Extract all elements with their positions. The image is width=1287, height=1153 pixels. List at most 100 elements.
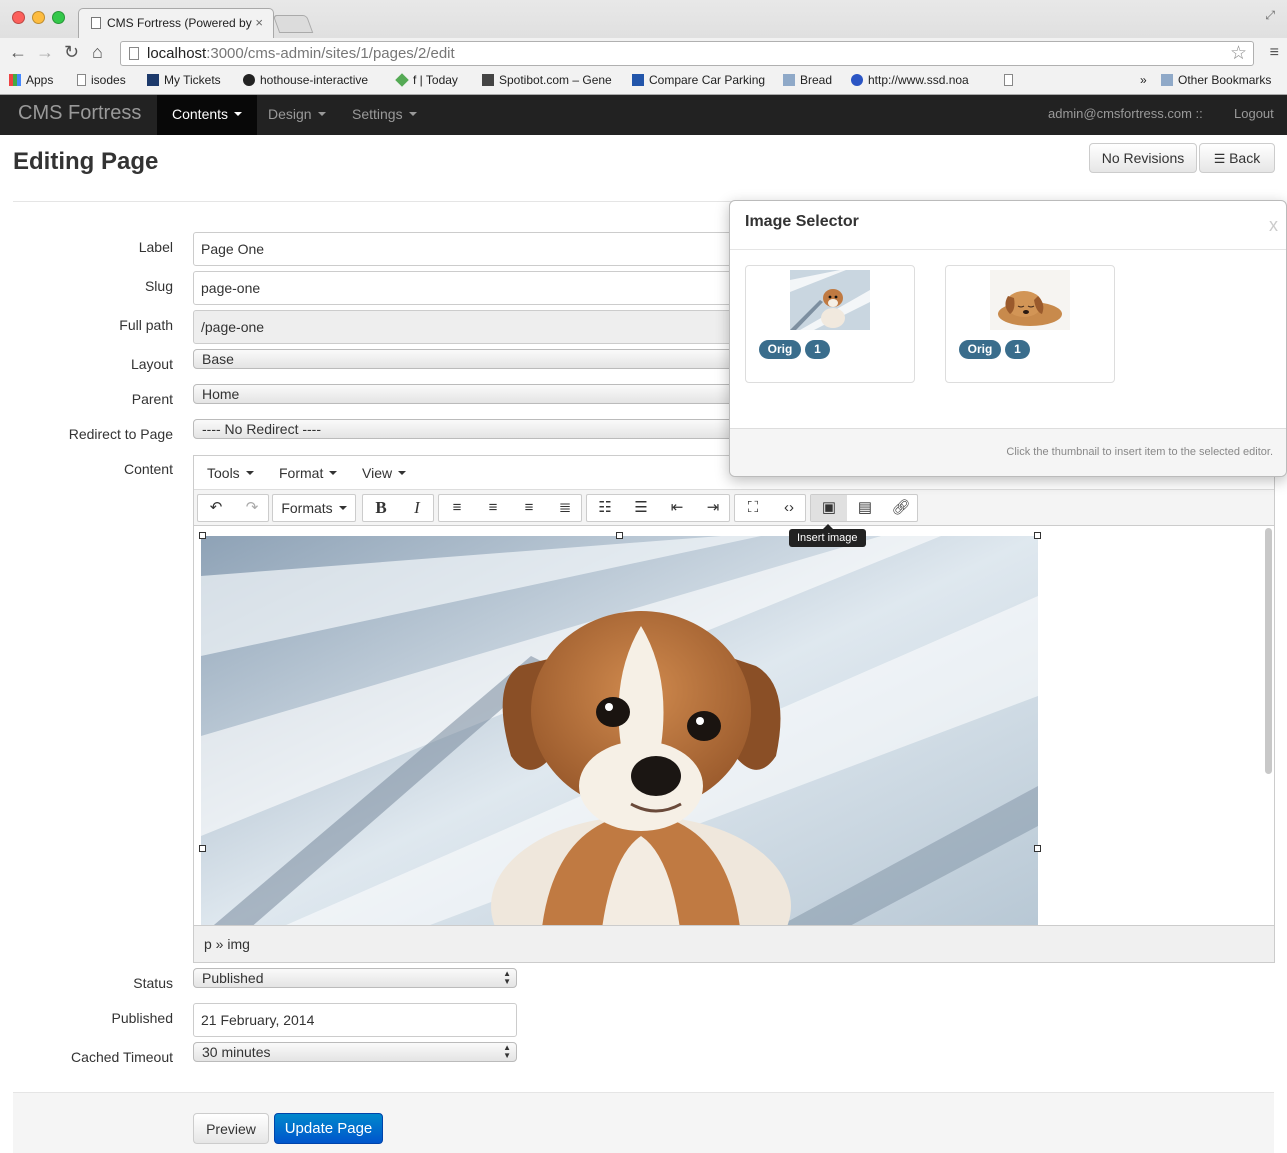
bookmark-today[interactable]: f | Today bbox=[395, 73, 458, 87]
orig-badge[interactable]: Orig bbox=[759, 340, 801, 359]
resize-handle[interactable] bbox=[616, 532, 623, 539]
image-thumbnail-1[interactable]: Orig 1 bbox=[745, 265, 915, 383]
list-icon: ☰ bbox=[1213, 151, 1230, 166]
bookmark-my-tickets[interactable]: My Tickets bbox=[147, 73, 221, 87]
nav-settings[interactable]: Settings bbox=[352, 106, 417, 122]
nav-contents[interactable]: Contents bbox=[157, 95, 258, 135]
back-button[interactable]: ☰ Back bbox=[1199, 143, 1275, 173]
layout-label: Layout bbox=[130, 356, 173, 372]
justify-icon[interactable]: ≣ bbox=[547, 495, 583, 521]
update-page-button[interactable]: Update Page bbox=[274, 1113, 383, 1144]
align-right-icon[interactable]: ≡ bbox=[511, 495, 547, 521]
editor-statusbar: p » img bbox=[194, 925, 1274, 962]
insert-group: ▣ ▤ 🔗︎ bbox=[810, 494, 918, 522]
apps-grid-icon bbox=[9, 74, 21, 86]
puppy-thumbnail-image[interactable] bbox=[790, 270, 870, 330]
sleeping-puppy-thumbnail-image[interactable] bbox=[990, 270, 1070, 330]
align-left-icon[interactable]: ≡ bbox=[439, 495, 475, 521]
bookmark-star-icon[interactable]: ☆ bbox=[1230, 42, 1247, 65]
home-icon[interactable]: ⌂ bbox=[92, 42, 103, 63]
insert-link-icon[interactable]: 🔗︎ bbox=[883, 495, 919, 521]
full-path-input: /page-one bbox=[193, 310, 753, 344]
more-bookmarks-icon[interactable]: » bbox=[1140, 73, 1147, 87]
minimize-window-button[interactable] bbox=[32, 11, 45, 24]
bold-icon[interactable]: B bbox=[363, 495, 399, 521]
fullscreen-icon[interactable]: ⤢ bbox=[1265, 8, 1275, 23]
menu-tools[interactable]: Tools bbox=[207, 465, 254, 481]
new-tab-button[interactable] bbox=[272, 15, 314, 33]
published-date-input[interactable]: 21 February, 2014 bbox=[193, 1003, 517, 1037]
resize-handle[interactable] bbox=[1034, 845, 1041, 852]
count-badge: 1 bbox=[805, 340, 830, 359]
tickets-icon bbox=[147, 74, 159, 86]
nav-design[interactable]: Design bbox=[268, 106, 326, 122]
bookmark-apps[interactable]: Apps bbox=[9, 73, 53, 87]
other-bookmarks[interactable]: Other Bookmarks bbox=[1161, 73, 1271, 87]
element-path[interactable]: p » img bbox=[204, 936, 250, 952]
reload-icon[interactable]: ↻ bbox=[64, 42, 79, 63]
undo-icon[interactable]: ↶ bbox=[198, 495, 234, 521]
caret-down-icon bbox=[234, 112, 243, 116]
caret-down-icon bbox=[245, 471, 254, 475]
caret-down-icon bbox=[317, 112, 326, 116]
slug-input[interactable]: page-one bbox=[193, 271, 753, 305]
bookmark-ssd-noaa[interactable]: http://www.ssd.noa bbox=[851, 73, 986, 87]
caret-down-icon bbox=[398, 471, 407, 475]
parent-select[interactable]: Home bbox=[193, 384, 753, 404]
indent-icon[interactable]: ⇥ bbox=[695, 495, 731, 521]
zoom-window-button[interactable] bbox=[52, 11, 65, 24]
spotibot-icon bbox=[482, 74, 494, 86]
menu-icon[interactable]: ≡ bbox=[1270, 44, 1279, 62]
resize-handle[interactable] bbox=[199, 532, 206, 539]
logout-link[interactable]: Logout bbox=[1234, 106, 1274, 121]
divider bbox=[730, 249, 1286, 250]
view-group: ⛶ ‹› bbox=[734, 494, 806, 522]
bookmark-isodes[interactable]: isodes bbox=[77, 73, 126, 87]
formats-dropdown[interactable]: Formats bbox=[273, 495, 355, 521]
status-select[interactable]: Published ▲ ▼ bbox=[193, 968, 517, 988]
resize-handle[interactable] bbox=[199, 845, 206, 852]
editor-scrollbar[interactable] bbox=[1265, 528, 1272, 774]
align-center-icon[interactable]: ≡ bbox=[475, 495, 511, 521]
italic-icon[interactable]: I bbox=[399, 495, 435, 521]
brand-logo[interactable]: CMS Fortress bbox=[18, 102, 141, 125]
bookmark-spotibot[interactable]: Spotibot.com – Gene bbox=[482, 73, 614, 87]
editor-content[interactable] bbox=[194, 526, 1274, 926]
insert-media-icon[interactable]: ▤ bbox=[847, 495, 883, 521]
resize-handle[interactable] bbox=[1034, 532, 1041, 539]
address-bar[interactable]: localhost:3000/cms-admin/sites/1/pages/2… bbox=[120, 41, 1254, 66]
layout-select[interactable]: Base bbox=[193, 349, 753, 369]
source-code-icon[interactable]: ‹› bbox=[771, 495, 807, 521]
back-icon[interactable]: ← bbox=[9, 42, 27, 63]
preview-button[interactable]: Preview bbox=[193, 1113, 269, 1144]
insert-image-tooltip: Insert image bbox=[789, 524, 866, 547]
orig-badge[interactable]: Orig bbox=[959, 340, 1001, 359]
bookmark-blank[interactable] bbox=[1004, 73, 1018, 87]
label-input[interactable]: Page One bbox=[193, 232, 753, 266]
insert-image-icon[interactable]: ▣ bbox=[811, 495, 847, 521]
image-thumbnail-2[interactable]: Orig 1 bbox=[945, 265, 1115, 383]
menu-format[interactable]: Format bbox=[279, 465, 338, 481]
numbered-list-icon[interactable]: ☰ bbox=[623, 495, 659, 521]
tab-close-icon[interactable]: × bbox=[255, 15, 263, 30]
puppy-image[interactable] bbox=[201, 536, 1038, 926]
bookmark-bread[interactable]: Bread bbox=[783, 73, 832, 87]
page-icon bbox=[129, 47, 139, 60]
page-icon bbox=[77, 74, 86, 86]
bullet-list-icon[interactable]: ☷ bbox=[587, 495, 623, 521]
menu-view[interactable]: View bbox=[362, 465, 407, 481]
redirect-select[interactable]: ---- No Redirect ---- bbox=[193, 419, 753, 439]
cached-timeout-select[interactable]: 30 minutes ▲ ▼ bbox=[193, 1042, 517, 1062]
bookmark-car-parking[interactable]: Compare Car Parking bbox=[632, 73, 768, 87]
bookmark-hothouse[interactable]: hothouse-interactive bbox=[243, 73, 368, 87]
url-host: localhost bbox=[147, 45, 207, 62]
no-revisions-button[interactable]: No Revisions bbox=[1089, 143, 1197, 173]
fullscreen-icon[interactable]: ⛶ bbox=[735, 495, 771, 521]
outdent-icon[interactable]: ⇤ bbox=[659, 495, 695, 521]
close-window-button[interactable] bbox=[12, 11, 25, 24]
close-icon[interactable]: x bbox=[1269, 215, 1278, 236]
forward-icon[interactable]: → bbox=[36, 42, 54, 63]
redo-icon[interactable]: ↷ bbox=[234, 495, 270, 521]
browser-tab[interactable]: CMS Fortress (Powered by × bbox=[78, 8, 274, 38]
rich-text-editor: Tools Format View ↶ ↷ Formats B I ≡ ≡ ≡ … bbox=[193, 455, 1275, 963]
